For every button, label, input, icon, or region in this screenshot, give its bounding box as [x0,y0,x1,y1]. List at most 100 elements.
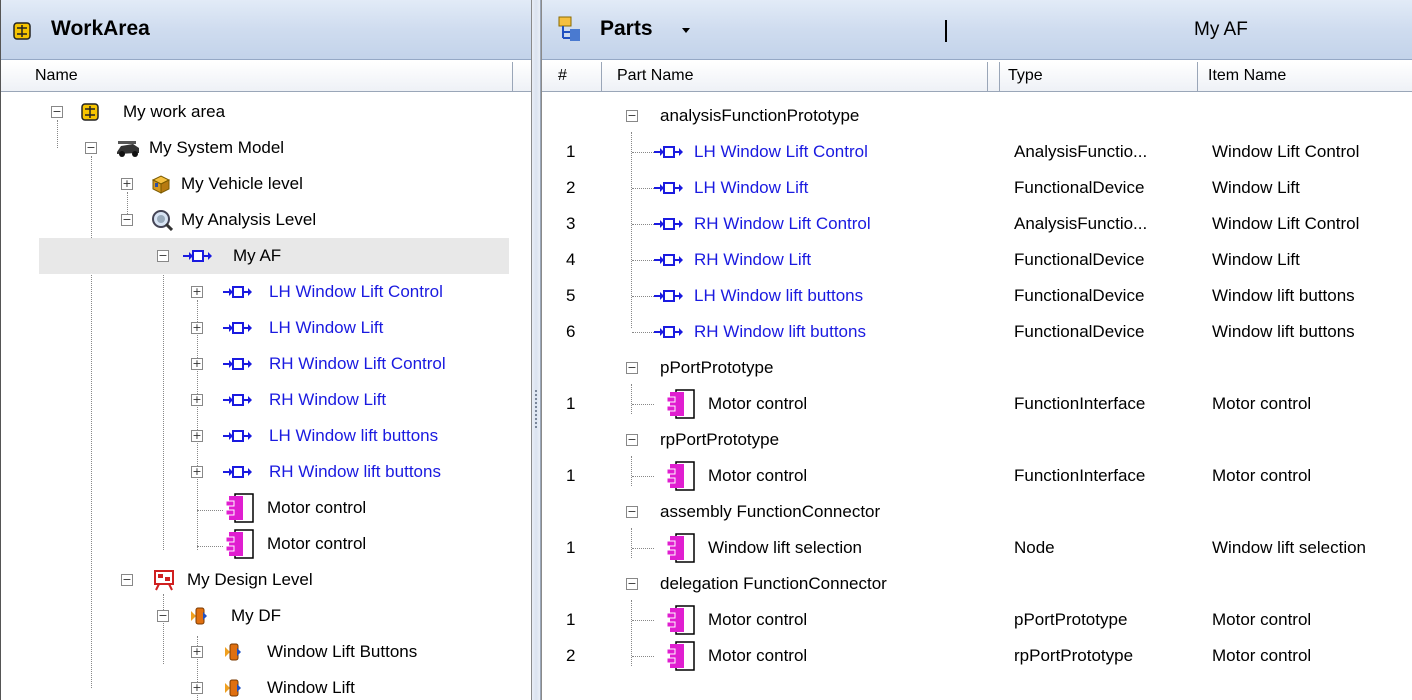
column-header-name[interactable]: Name [29,62,513,92]
tree-item-my-work-area[interactable]: − My work area [1,94,521,130]
part-name[interactable]: LH Window Lift Control [694,134,868,170]
tree-item-my-system-model[interactable]: − My System Model [1,130,521,166]
tree-item-my-analysis-level[interactable]: − My Analysis Level [1,202,521,238]
tree-item-label: Motor control [267,498,367,517]
expand-toggle[interactable]: + [191,286,203,298]
table-row[interactable]: 1 Window lift selection Node Window lift… [542,530,1412,566]
item-name: Motor control [1212,610,1312,629]
expand-toggle[interactable]: + [191,466,203,478]
tree-item-label: Window Lift [267,678,355,697]
analysis-function-icon [223,429,253,443]
table-row[interactable]: 3 RH Window Lift Control AnalysisFunctio… [542,206,1412,242]
group-row-analysis-function-prototype[interactable]: − analysisFunctionPrototype [542,98,1412,134]
analysis-function-icon [654,217,684,231]
item-name: Window Lift Control [1212,214,1360,233]
table-row[interactable]: 1 LH Window Lift Control AnalysisFunctio… [542,134,1412,170]
expand-toggle[interactable]: + [191,358,203,370]
collapse-toggle[interactable]: − [51,106,63,118]
tree-item-label: My Vehicle level [181,174,303,193]
item-name: Motor control [1212,646,1312,665]
tree-item-lh-window-lift-buttons[interactable]: + LH Window lift buttons [1,418,521,454]
part-name[interactable]: LH Window lift buttons [694,278,863,314]
collapse-toggle[interactable]: − [85,142,97,154]
column-header-part-name[interactable]: Part Name [611,62,988,92]
row-number: 6 [566,322,576,341]
group-row-assembly-function-connector[interactable]: − assembly FunctionConnector [542,494,1412,530]
table-row[interactable]: 1 Motor control pPortPrototype Motor con… [542,602,1412,638]
table-row[interactable]: 6 RH Window lift buttons FunctionalDevic… [542,314,1412,350]
tree-item-window-lift[interactable]: + Window Lift [1,670,521,700]
parts-context-label: My AF [1194,19,1248,40]
part-name[interactable]: Motor control [708,386,807,422]
table-row[interactable]: 4 RH Window Lift FunctionalDevice Window… [542,242,1412,278]
part-name[interactable]: Motor control [708,638,807,674]
table-row[interactable]: 1 Motor control FunctionInterface Motor … [542,458,1412,494]
group-row-delegation-function-connector[interactable]: − delegation FunctionConnector [542,566,1412,602]
row-number: 1 [566,538,576,557]
analysis-function-icon [223,357,253,371]
column-header-type[interactable]: Type [1002,62,1198,92]
tree-item-lh-window-lift-control[interactable]: + LH Window Lift Control [1,274,521,310]
column-header-divider[interactable] [988,62,1000,92]
part-name[interactable]: Motor control [708,458,807,494]
tree-item-motor-control[interactable]: Motor control [1,526,521,562]
table-row[interactable]: 1 Motor control FunctionInterface Motor … [542,386,1412,422]
expand-toggle[interactable]: + [191,682,203,694]
tree-item-lh-window-lift[interactable]: + LH Window Lift [1,310,521,346]
collapse-toggle[interactable]: − [121,574,133,586]
pane-splitter[interactable] [532,0,541,700]
collapse-toggle[interactable]: − [121,214,133,226]
part-type: AnalysisFunctio... [1014,142,1148,161]
tree-item-label: Window Lift Buttons [267,642,418,661]
part-name[interactable]: Window lift selection [708,530,862,566]
expand-toggle[interactable]: + [191,394,203,406]
column-header-number[interactable]: # [552,62,602,92]
expand-toggle[interactable]: + [191,430,203,442]
design-level-icon [154,570,174,591]
port-icon [225,492,255,524]
tree-item-my-vehicle-level[interactable]: + My Vehicle level [1,166,521,202]
collapse-toggle[interactable]: − [157,610,169,622]
item-name: Window Lift [1212,250,1300,269]
column-header-item-name[interactable]: Item Name [1202,62,1412,92]
tree-item-rh-window-lift-buttons[interactable]: + RH Window lift buttons [1,454,521,490]
tree-item-label: My System Model [149,138,285,157]
expand-toggle[interactable]: + [121,178,133,190]
tree-item-my-design-level[interactable]: − My Design Level [1,562,521,598]
parts-column-header: # Part Name Type Item Name [542,62,1412,92]
group-row-pport-prototype[interactable]: − pPortPrototype [542,350,1412,386]
parts-title[interactable]: Parts [600,17,653,41]
collapse-toggle[interactable]: − [626,578,638,590]
collapse-toggle[interactable]: − [626,362,638,374]
tree-item-rh-window-lift[interactable]: + RH Window Lift [1,382,521,418]
part-type: FunctionalDevice [1014,250,1145,269]
part-type: FunctionInterface [1014,466,1146,485]
chevron-down-icon[interactable] [682,28,690,33]
collapse-toggle[interactable]: − [626,434,638,446]
tree-item-rh-window-lift-control[interactable]: + RH Window Lift Control [1,346,521,382]
collapse-toggle[interactable]: − [626,506,638,518]
expand-toggle[interactable]: + [191,646,203,658]
table-row[interactable]: 5 LH Window lift buttons FunctionalDevic… [542,278,1412,314]
part-name[interactable]: RH Window Lift Control [694,206,871,242]
table-row[interactable]: 2 Motor control rpPortPrototype Motor co… [542,638,1412,674]
tree-item-my-af[interactable]: − My AF [39,238,509,274]
collapse-toggle[interactable]: − [157,250,169,262]
item-name: Motor control [1212,466,1312,485]
group-label: assembly FunctionConnector [660,502,881,521]
part-type: FunctionalDevice [1014,322,1145,341]
port-icon [666,604,696,636]
row-number: 2 [566,646,576,665]
tree-item-my-df[interactable]: − My DF [1,598,521,634]
tree-item-motor-control[interactable]: Motor control [1,490,521,526]
tree-item-window-lift-buttons[interactable]: + Window Lift Buttons [1,634,521,670]
part-name[interactable]: RH Window lift buttons [694,314,866,350]
expand-toggle[interactable]: + [191,322,203,334]
part-name[interactable]: Motor control [708,602,807,638]
table-row[interactable]: 2 LH Window Lift FunctionalDevice Window… [542,170,1412,206]
group-row-rpport-prototype[interactable]: − rpPortPrototype [542,422,1412,458]
collapse-toggle[interactable]: − [626,110,638,122]
part-name[interactable]: LH Window Lift [694,170,808,206]
splitter-grip-icon[interactable] [535,390,537,430]
part-name[interactable]: RH Window Lift [694,242,811,278]
